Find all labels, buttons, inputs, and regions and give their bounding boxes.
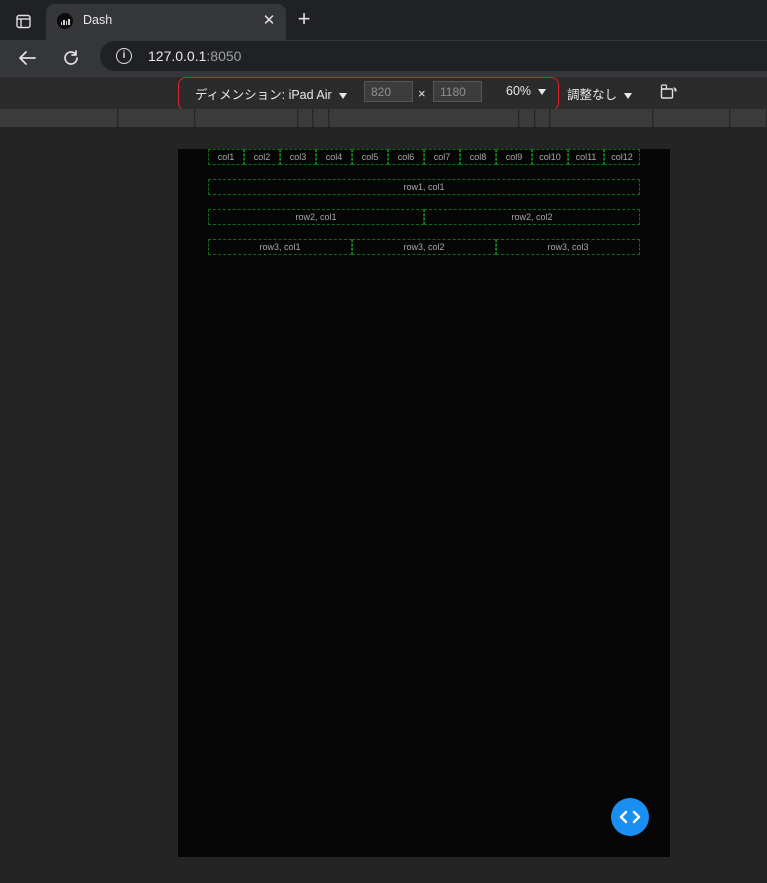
emulated-viewport: col1 col2 col3 col4 col5 col6 col7 col8 … — [178, 149, 670, 857]
address-bar: i 127.0.0.1:8050 — [0, 40, 767, 76]
media-query-segment[interactable] — [520, 109, 535, 127]
tab-actions-icon[interactable] — [10, 8, 36, 34]
zoom-select[interactable]: 60% — [506, 84, 547, 98]
dash-debug-menu-button[interactable] — [611, 798, 649, 836]
grid-cell: row1, col1 — [208, 179, 640, 195]
url-text: 127.0.0.1:8050 — [148, 48, 242, 64]
row-1: row1, col1 — [208, 179, 640, 195]
height-input[interactable] — [433, 81, 482, 102]
grid-cell: col9 — [496, 149, 532, 165]
times-symbol: × — [418, 86, 426, 101]
tab-title: Dash — [83, 13, 113, 27]
grid-cell: col6 — [388, 149, 424, 165]
grid-cell: col5 — [352, 149, 388, 165]
grid-cell: col3 — [280, 149, 316, 165]
grid-cell: row2, col2 — [424, 209, 640, 225]
media-query-segment[interactable] — [314, 109, 329, 127]
grid-cell: col11 — [568, 149, 604, 165]
grid-cell: col1 — [208, 149, 244, 165]
media-query-segment[interactable] — [654, 109, 730, 127]
grid-cell: col2 — [244, 149, 280, 165]
media-query-segment[interactable] — [551, 109, 653, 127]
grid-cell: col4 — [316, 149, 352, 165]
grid-cell: row2, col1 — [208, 209, 424, 225]
close-tab-icon[interactable]: ✕ — [260, 12, 278, 30]
dimension-select[interactable]: ディメンション: iPad Air — [195, 84, 347, 103]
dropdown-caret-icon — [338, 92, 347, 99]
browser-tab[interactable]: Dash ✕ — [46, 4, 286, 40]
row-2: row2, col1 row2, col2 — [208, 209, 640, 225]
media-query-segment[interactable] — [196, 109, 298, 127]
back-arrow-icon[interactable] — [14, 46, 40, 70]
reload-icon[interactable] — [58, 46, 84, 70]
grid-cell: row3, col2 — [352, 239, 496, 255]
width-input[interactable] — [364, 81, 413, 102]
media-query-bar — [0, 109, 767, 127]
throttling-select[interactable]: 調整なし — [567, 84, 633, 103]
rotate-device-icon[interactable] — [660, 84, 678, 100]
dropdown-caret-icon — [538, 88, 547, 95]
grid-cell: col12 — [604, 149, 640, 165]
media-query-segment[interactable] — [299, 109, 313, 127]
grid-cell: col10 — [532, 149, 568, 165]
tab-strip: Dash ✕ + — [0, 0, 767, 40]
header-row: col1 col2 col3 col4 col5 col6 col7 col8 … — [208, 149, 640, 165]
grid-cell: row3, col1 — [208, 239, 352, 255]
row-3: row3, col1 row3, col2 row3, col3 — [208, 239, 640, 255]
media-query-segment[interactable] — [536, 109, 550, 127]
media-query-segment[interactable] — [0, 109, 118, 127]
grid-cell: col7 — [424, 149, 460, 165]
media-query-segment[interactable] — [119, 109, 195, 127]
code-brackets-icon — [619, 810, 641, 824]
media-query-segment[interactable] — [330, 109, 519, 127]
media-query-segment[interactable] — [731, 109, 767, 127]
grid-cell: row3, col3 — [496, 239, 640, 255]
site-info-icon[interactable]: i — [116, 48, 132, 64]
new-tab-button[interactable]: + — [292, 8, 316, 32]
dash-favicon-icon — [57, 13, 73, 29]
url-field[interactable]: i 127.0.0.1:8050 — [100, 41, 767, 71]
dropdown-caret-icon — [624, 92, 633, 99]
grid-cell: col8 — [460, 149, 496, 165]
